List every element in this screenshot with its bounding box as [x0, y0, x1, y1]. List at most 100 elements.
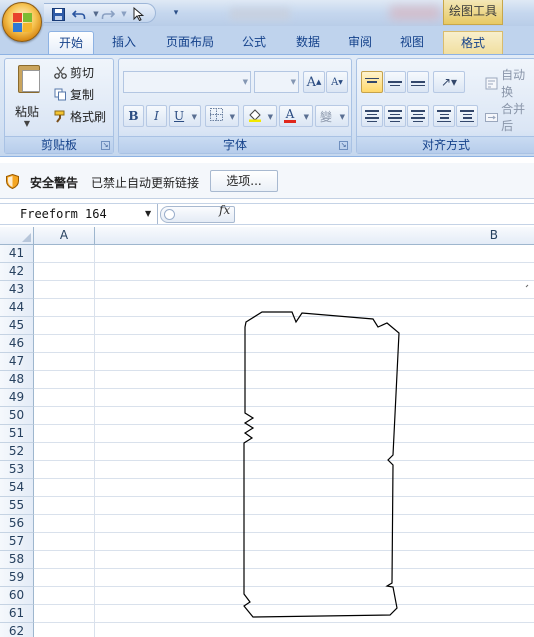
cut-button[interactable]: 剪切	[53, 62, 94, 82]
cell[interactable]	[34, 533, 95, 551]
cell[interactable]	[34, 299, 95, 317]
row-header[interactable]: 47	[0, 353, 34, 371]
paste-button[interactable]: 粘贴 ▼	[9, 61, 45, 131]
row-header[interactable]: 52	[0, 443, 34, 461]
office-button[interactable]	[2, 2, 42, 42]
cell[interactable]	[34, 551, 95, 569]
row-header[interactable]: 55	[0, 497, 34, 515]
borders-button[interactable]: ▼	[205, 105, 239, 127]
row-header[interactable]: 60	[0, 587, 34, 605]
format-painter-button[interactable]: 格式刷	[53, 106, 106, 126]
cell[interactable]	[34, 407, 95, 425]
cell[interactable]	[34, 461, 95, 479]
row-header[interactable]: 56	[0, 515, 34, 533]
tab-review[interactable]: 审阅	[338, 31, 382, 54]
row-header[interactable]: 46	[0, 335, 34, 353]
row-header[interactable]: 62	[0, 623, 34, 637]
cell[interactable]	[34, 353, 95, 371]
chevron-down-icon[interactable]: ▼	[145, 209, 151, 218]
grow-font-button[interactable]: A ▲	[303, 71, 325, 93]
chevron-down-icon[interactable]: ▼	[230, 113, 235, 121]
cell[interactable]	[34, 587, 95, 605]
orientation-button[interactable]: ↗▾	[433, 71, 465, 93]
security-options-button[interactable]: 选项...	[210, 170, 278, 192]
pointer-icon[interactable]	[130, 6, 146, 22]
chevron-down-icon[interactable]: ▼	[243, 78, 248, 86]
phonetic-button[interactable]: 變 ▼	[315, 105, 349, 127]
cell[interactable]	[34, 281, 95, 299]
row-header[interactable]: 44	[0, 299, 34, 317]
row-header[interactable]: 45	[0, 317, 34, 335]
font-name-combo[interactable]: ▼	[123, 71, 251, 93]
chevron-down-icon[interactable]: ▼	[291, 78, 296, 86]
column-header-b[interactable]: B	[95, 227, 534, 244]
row-header[interactable]: 51	[0, 425, 34, 443]
font-color-button[interactable]: A ▼	[279, 105, 313, 127]
row-header[interactable]: 43	[0, 281, 34, 299]
fill-color-button[interactable]: ▼	[243, 105, 277, 127]
chevron-down-icon[interactable]: ▼	[304, 113, 309, 121]
cell[interactable]	[34, 623, 95, 637]
dialog-launcher-icon[interactable]: ↘	[339, 141, 348, 150]
cell[interactable]	[34, 335, 95, 353]
insert-function-button[interactable]: fx	[219, 203, 230, 217]
chevron-down-icon[interactable]: ▼	[9, 119, 45, 128]
decrease-indent-button[interactable]	[433, 105, 455, 127]
row-header[interactable]: 48	[0, 371, 34, 389]
resize-knob-icon[interactable]	[164, 209, 175, 220]
row-header[interactable]: 61	[0, 605, 34, 623]
name-box[interactable]: Freeform 164 ▼	[0, 204, 158, 224]
tab-format[interactable]: 格式	[443, 31, 503, 54]
cell[interactable]	[34, 317, 95, 335]
tab-insert[interactable]: 插入	[102, 31, 146, 54]
chevron-down-icon[interactable]: ▼	[268, 113, 273, 121]
dialog-launcher-icon[interactable]: ↘	[101, 141, 110, 150]
chevron-down-icon[interactable]: ▼	[340, 113, 345, 121]
column-header-a[interactable]: A	[34, 227, 95, 244]
tab-formulas[interactable]: 公式	[232, 31, 276, 54]
align-left-button[interactable]	[361, 105, 383, 127]
cell[interactable]	[34, 263, 95, 281]
cell[interactable]	[34, 443, 95, 461]
tab-view[interactable]: 视图	[390, 31, 434, 54]
select-all-button[interactable]	[0, 227, 34, 244]
undo-icon[interactable]	[71, 6, 87, 22]
merge-center-button[interactable]: 合并后	[485, 102, 534, 133]
increase-indent-button[interactable]	[456, 105, 478, 127]
cell[interactable]	[34, 371, 95, 389]
align-bottom-button[interactable]	[407, 71, 429, 93]
row-header[interactable]: 57	[0, 533, 34, 551]
redo-icon[interactable]	[100, 6, 116, 22]
wrap-text-button[interactable]: 自动换	[485, 68, 534, 99]
tab-home[interactable]: 开始	[48, 31, 94, 54]
row-header[interactable]: 41	[0, 245, 34, 263]
cell[interactable]	[34, 479, 95, 497]
row-header[interactable]: 59	[0, 569, 34, 587]
row-header[interactable]: 58	[0, 551, 34, 569]
font-size-combo[interactable]: ▼	[254, 71, 299, 93]
align-middle-button[interactable]	[384, 71, 406, 93]
cell[interactable]	[34, 425, 95, 443]
customize-qat-icon[interactable]: ▾	[168, 5, 184, 21]
copy-button[interactable]: 复制	[53, 84, 94, 104]
align-right-button[interactable]	[407, 105, 429, 127]
cell[interactable]	[34, 245, 95, 263]
shrink-font-button[interactable]: A ▼	[326, 71, 348, 93]
cell[interactable]	[34, 497, 95, 515]
underline-button[interactable]: U ▼	[169, 105, 201, 127]
bold-button[interactable]: B	[123, 105, 144, 127]
chevron-down-icon[interactable]: ▼	[192, 113, 197, 121]
row-header[interactable]: 50	[0, 407, 34, 425]
cell[interactable]	[34, 515, 95, 533]
row-header[interactable]: 53	[0, 461, 34, 479]
row-header[interactable]: 54	[0, 479, 34, 497]
cell[interactable]	[34, 605, 95, 623]
row-header[interactable]: 42	[0, 263, 34, 281]
row-header[interactable]: 49	[0, 389, 34, 407]
tab-data[interactable]: 数据	[286, 31, 330, 54]
save-icon[interactable]	[50, 6, 66, 22]
align-top-button[interactable]	[361, 71, 383, 93]
cell[interactable]	[34, 569, 95, 587]
tab-page-layout[interactable]: 页面布局	[158, 31, 222, 54]
cell[interactable]	[34, 389, 95, 407]
